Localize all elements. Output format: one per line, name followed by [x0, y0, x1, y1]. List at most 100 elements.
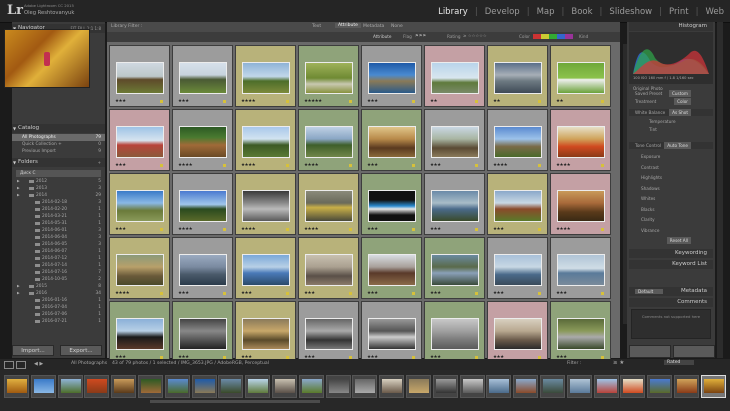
catalog-header[interactable]: ▼ Catalog	[12, 124, 105, 133]
grid-cell[interactable]: ★★★★	[172, 109, 233, 171]
grid-cell[interactable]: ★★★	[361, 109, 422, 171]
tone-slider-row[interactable]: Clarity	[629, 216, 713, 223]
photo-thumbnail[interactable]	[242, 62, 290, 94]
wb-slider-row[interactable]: Tint	[629, 126, 713, 133]
keywording-header[interactable]: Keywording	[629, 249, 713, 258]
folder-month-row[interactable]: 2014-07-16 7	[12, 269, 105, 276]
grid-cell[interactable]: ★★★	[424, 109, 485, 171]
photo-thumbnail[interactable]	[242, 190, 290, 222]
folder-month-row[interactable]: 2014-07-14 1	[12, 262, 105, 269]
rating-stars[interactable]: ★★★	[367, 163, 378, 168]
keyword-list-header[interactable]: Keyword List	[629, 260, 713, 269]
filter-tab-attribute[interactable]: Attribute	[335, 23, 361, 28]
filmstrip-thumb[interactable]	[540, 375, 565, 398]
rating-stars[interactable]: ★★★★★	[304, 99, 322, 104]
export-button[interactable]: Export...	[60, 345, 102, 356]
folder-month-row[interactable]: 2016-07-06 1	[12, 311, 105, 318]
photo-thumbnail[interactable]	[116, 254, 164, 286]
folder-month-row[interactable]: 2016-01-16 1	[12, 297, 105, 304]
grid-cell[interactable]: ★★★★★	[298, 45, 359, 107]
grid-cell[interactable]: ★★★★	[550, 173, 611, 235]
module-web[interactable]: Web	[705, 7, 724, 17]
folder-month-row[interactable]: 2014-03-21 1	[12, 213, 105, 220]
grid-cell[interactable]: ★★★	[172, 237, 233, 299]
folder-month-row[interactable]: 2014-06-04 3	[12, 234, 105, 241]
folder-year-row[interactable]: ▶ 2014 29	[12, 192, 105, 199]
filmstrip-thumb[interactable]	[486, 375, 512, 398]
photo-thumbnail[interactable]	[368, 190, 416, 222]
folder-month-row[interactable]: 2014-06-01 3	[12, 227, 105, 234]
photo-thumbnail[interactable]	[242, 126, 290, 158]
filter-preset-select[interactable]: Rated	[664, 360, 695, 365]
photo-thumbnail[interactable]	[494, 318, 542, 350]
rating-stars[interactable]: ★★★	[115, 99, 126, 104]
filmstrip-thumb[interactable]	[191, 375, 217, 398]
folder-month-row[interactable]: 2014-02-20 1	[12, 206, 105, 213]
quick-develop-row[interactable]: Saved Preset Custom	[629, 90, 713, 97]
filmstrip-thumb[interactable]	[406, 375, 431, 398]
module-book[interactable]: Book	[571, 7, 592, 17]
photo-thumbnail[interactable]	[368, 62, 416, 94]
photo-thumbnail[interactable]	[431, 62, 479, 94]
photo-thumbnail[interactable]	[431, 126, 479, 158]
wb-slider-row[interactable]: Temperature	[629, 118, 713, 125]
rating-stars[interactable]: ★★★★	[556, 227, 571, 232]
folder-month-row[interactable]: 2014-06-07 1	[12, 248, 105, 255]
metadata-preset-select[interactable]: Default	[635, 289, 664, 294]
tone-slider-row[interactable]: Shadows	[629, 185, 713, 192]
folder-year-row[interactable]: ▶ 2015 8	[12, 283, 105, 290]
filmstrip-thumb[interactable]	[298, 375, 324, 398]
grid-cell[interactable]: ★★★	[550, 301, 611, 363]
rating-stars[interactable]: ★★★★	[115, 291, 130, 296]
rating-stars[interactable]: ★★★	[493, 227, 504, 232]
disclosure-triangle-icon[interactable]: ▶	[17, 185, 20, 192]
rating-stars[interactable]: ★★	[556, 99, 564, 104]
photo-thumbnail[interactable]	[494, 126, 542, 158]
grid-cell[interactable]: ★★★	[361, 45, 422, 107]
rating-stars[interactable]: ★★★	[430, 163, 441, 168]
photo-thumbnail[interactable]	[494, 254, 542, 286]
grid-cell[interactable]: ★★★	[109, 45, 170, 107]
rating-stars[interactable]: ★★★	[430, 227, 441, 232]
filmstrip-thumb[interactable]	[218, 375, 244, 398]
rating-stars[interactable]: ★★★★	[241, 99, 256, 104]
grid-cell[interactable]: ★★★★	[235, 45, 296, 107]
filmstrip-thumb[interactable]	[513, 375, 539, 398]
photo-thumbnail[interactable]	[179, 190, 227, 222]
photo-thumbnail[interactable]	[116, 126, 164, 158]
rating-stars[interactable]: ★★★★	[241, 227, 256, 232]
grid-cell[interactable]: ★★★	[172, 301, 233, 363]
tone-slider-row[interactable]: Contrast	[629, 164, 713, 171]
grid-cell[interactable]: ★★★	[235, 301, 296, 363]
rating-stars[interactable]: ★★★★	[178, 163, 193, 168]
filmstrip-thumb[interactable]	[432, 375, 458, 398]
sync-settings-button[interactable]	[673, 345, 715, 358]
grid-cell[interactable]: ★★★★	[172, 173, 233, 235]
filmstrip-thumb[interactable]	[647, 375, 673, 398]
photo-thumbnail[interactable]	[431, 254, 479, 286]
grid-cell[interactable]: ★★★	[487, 237, 548, 299]
disclosure-triangle-icon[interactable]: ▶	[17, 192, 20, 199]
filter-tab-none[interactable]: None	[391, 24, 403, 29]
tone-slider-row[interactable]: Whites	[629, 195, 713, 202]
quick-develop-value[interactable]: Color	[674, 98, 691, 105]
grid-toggle-icon[interactable]	[4, 361, 14, 369]
auto-tone-button[interactable]: Auto Tone	[664, 142, 691, 149]
filmstrip-thumb[interactable]	[4, 375, 29, 398]
reset-all-button[interactable]: Reset All	[666, 237, 691, 244]
filmstrip-thumb[interactable]	[593, 375, 619, 398]
folder-year-row[interactable]: ▶ 2016 34	[12, 290, 105, 297]
photo-thumbnail[interactable]	[242, 254, 290, 286]
grid-cell[interactable]: ★★★	[109, 109, 170, 171]
right-panel-scrollbar[interactable]	[717, 22, 723, 358]
catalog-item[interactable]: Previous Import 9	[12, 148, 105, 155]
rating-stars[interactable]: ★★★★	[241, 163, 256, 168]
photo-thumbnail[interactable]	[179, 254, 227, 286]
rating-stars[interactable]: ★★	[493, 99, 501, 104]
rating-stars[interactable]: ★★★	[556, 291, 567, 296]
disclosure-triangle-icon[interactable]: ▶	[17, 283, 20, 290]
folder-year-row[interactable]: ▶ 2013 3	[12, 185, 105, 192]
grid-cell[interactable]: ★★★★	[487, 109, 548, 171]
white-balance-value[interactable]: As Shot	[669, 109, 691, 116]
grid-cell[interactable]: ★★★★	[550, 109, 611, 171]
